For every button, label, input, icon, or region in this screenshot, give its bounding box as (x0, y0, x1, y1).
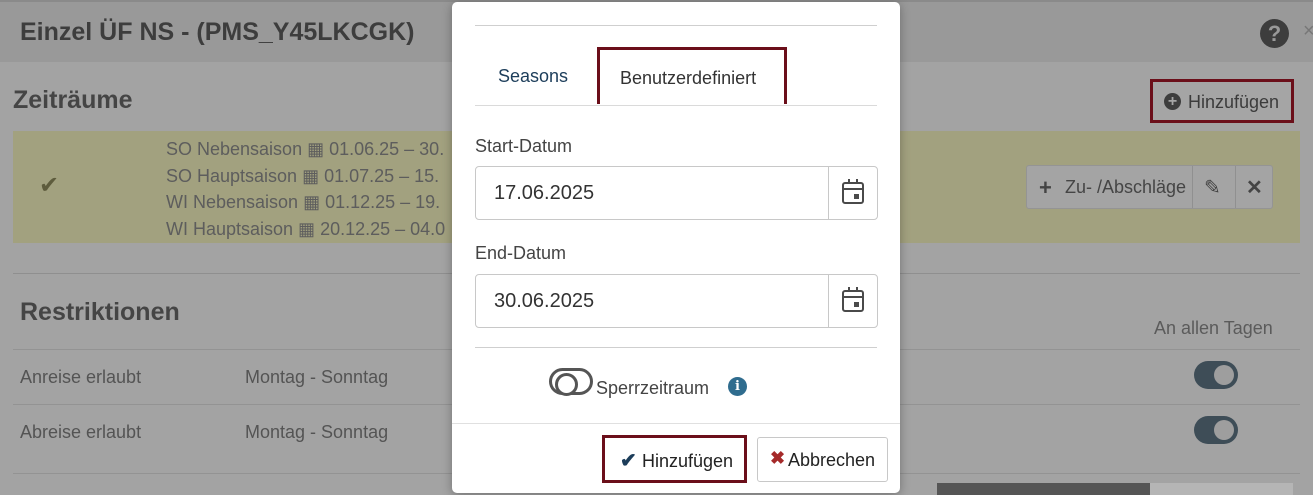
plus-circle-icon: + (1164, 93, 1181, 110)
close-icon[interactable]: × (1303, 20, 1313, 43)
tab-benutzerdefiniert-label: Benutzerdefiniert (620, 68, 757, 88)
calendar-icon (842, 179, 864, 204)
restriction-days: Montag - Sonntag (245, 367, 389, 387)
confirm-add-label: Hinzufügen (642, 451, 734, 471)
close-icon: ✖ (770, 448, 786, 468)
end-date-calendar-button[interactable] (828, 275, 877, 327)
add-period-label: Hinzufügen (1188, 92, 1280, 112)
add-period-dialog: Seasons Benutzerdefiniert Start-Datum En… (452, 2, 900, 493)
cancel-button[interactable]: ✖ Abbrechen (757, 437, 888, 482)
restriction-toggle[interactable] (1194, 361, 1238, 389)
tab-seasons[interactable]: Seasons (498, 66, 568, 87)
cancel-label: Abbrechen (788, 450, 876, 470)
dialog-top-divider (475, 25, 877, 26)
calendar-icon (842, 287, 864, 312)
tab-divider (475, 105, 877, 106)
dialog-footer-divider (452, 423, 900, 424)
check-icon: ✔ (39, 172, 60, 199)
check-icon: ✔ (620, 450, 637, 472)
zu-abschlaege-button[interactable]: Zu- /Abschläge (1065, 177, 1186, 198)
confirm-add-button[interactable]: ✔ Hinzufügen (602, 435, 747, 483)
start-date-calendar-button[interactable] (828, 167, 877, 219)
dialog-divider (475, 347, 877, 348)
end-date-field (475, 274, 878, 328)
sperrzeitraum-label: Sperrzeitraum (596, 378, 710, 398)
start-date-label: Start-Datum (475, 136, 573, 156)
sperrzeitraum-toggle[interactable] (549, 368, 593, 396)
bottom-button-bar-secondary[interactable] (1150, 483, 1293, 495)
plus-icon: + (1039, 175, 1052, 200)
an-allen-tagen-header: An allen Tagen (1154, 318, 1273, 338)
help-icon[interactable]: ? (1260, 19, 1289, 48)
end-date-input[interactable] (477, 276, 827, 326)
restriction-label: Anreise erlaubt (20, 367, 142, 387)
end-date-label: End-Datum (475, 243, 567, 263)
restriction-label: Abreise erlaubt (20, 422, 142, 442)
period-item: SO Hauptsaison ▦ 01.07.25 – 15. (166, 165, 440, 186)
period-item: WI Hauptsaison ▦ 20.12.25 – 04.0 (166, 218, 446, 239)
restriction-toggle[interactable] (1194, 416, 1238, 444)
add-period-button[interactable]: + Hinzufügen (1150, 79, 1294, 123)
period-item: WI Nebensaison ▦ 01.12.25 – 19. (166, 192, 441, 212)
period-list: SO Nebensaison ▦ 01.06.25 – 30. SO Haupt… (166, 136, 445, 242)
zeitraeume-heading: Zeiträume (13, 86, 133, 114)
start-date-input[interactable] (477, 168, 827, 218)
start-date-field (475, 166, 878, 220)
edit-icon[interactable]: ✎ (1204, 175, 1221, 200)
page-title: Einzel ÜF NS - (PMS_Y45LKCGK) (20, 18, 415, 46)
period-item: SO Nebensaison ▦ 01.06.25 – 30. (166, 139, 445, 159)
delete-icon[interactable]: ✕ (1246, 175, 1263, 200)
period-action-group: + Zu- /Abschläge ✎ ✕ (1026, 165, 1273, 209)
divider (1192, 166, 1193, 208)
divider (1235, 166, 1236, 208)
restriktionen-heading: Restriktionen (20, 298, 180, 326)
info-icon[interactable]: i (728, 377, 747, 396)
tab-benutzerdefiniert[interactable]: Benutzerdefiniert (597, 47, 787, 104)
restriction-days: Montag - Sonntag (245, 422, 389, 442)
